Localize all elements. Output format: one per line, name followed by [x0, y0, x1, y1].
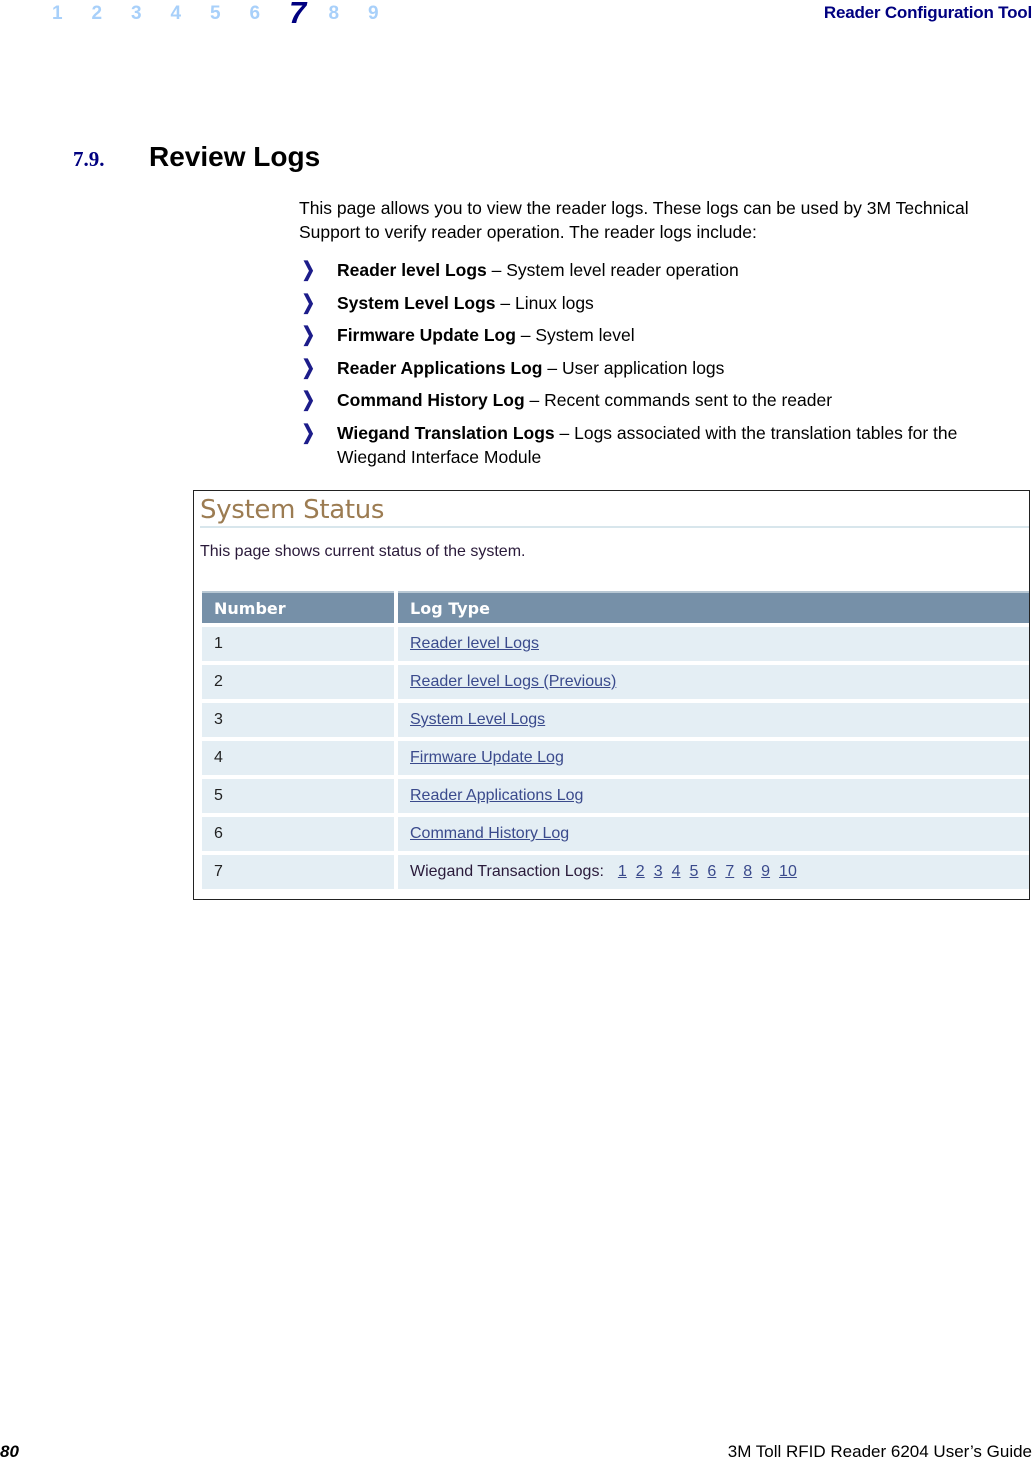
chapter-tab-8[interactable]: 8	[329, 0, 369, 28]
chapter-tab-3[interactable]: 3	[131, 0, 171, 28]
chapter-tab-4[interactable]: 4	[171, 0, 211, 28]
wiegand-log-link-3[interactable]: 3	[654, 863, 663, 880]
system-level-logs-link[interactable]: System Level Logs	[410, 711, 545, 728]
list-item: ❯ Firmware Update Log – System level	[299, 323, 1029, 347]
bullet-term: Command History Log	[337, 390, 525, 410]
list-item: ❯ Command History Log – Recent commands s…	[299, 388, 1029, 412]
wiegand-log-link-2[interactable]: 2	[636, 863, 645, 880]
footer-guide-title: 3M Toll RFID Reader 6204 User’s Guide	[727, 1442, 1032, 1461]
list-item: ❯ System Level Logs – Linux logs	[299, 291, 1029, 315]
wiegand-log-link-10[interactable]: 10	[779, 863, 797, 880]
system-status-description: This page shows current status of the sy…	[200, 543, 526, 560]
table-row: 2 Reader level Logs (Previous)	[202, 665, 1029, 699]
row-number: 2	[202, 665, 394, 699]
wiegand-log-link-9[interactable]: 9	[761, 863, 770, 880]
column-header-number: Number	[202, 591, 394, 623]
firmware-update-log-link[interactable]: Firmware Update Log	[410, 749, 564, 766]
section-number: 7.9.	[73, 147, 105, 171]
row-log-type-cell: Reader level Logs (Previous)	[398, 665, 1029, 699]
bullet-term: Wiegand Translation Logs	[337, 422, 555, 443]
wiegand-log-link-1[interactable]: 1	[618, 863, 627, 880]
bullet-desc: – Recent commands sent to the reader	[524, 390, 833, 410]
wiegand-log-link-7[interactable]: 7	[725, 863, 734, 880]
wiegand-transaction-logs-label: Wiegand Transaction Logs:	[410, 863, 604, 880]
chevron-right-icon: ❯	[301, 259, 316, 281]
wiegand-log-link-5[interactable]: 5	[690, 863, 699, 880]
row-number: 3	[202, 703, 394, 737]
system-status-screenshot: System Status This page shows current st…	[193, 490, 1030, 900]
chevron-right-icon: ❯	[301, 291, 316, 314]
table-row: 6 Command History Log	[202, 817, 1029, 851]
bullet-desc: – System level reader operation	[486, 260, 739, 280]
row-number: 6	[202, 817, 394, 851]
chapter-tab-7-active[interactable]: 7	[289, 0, 329, 30]
bullet-term: System Level Logs	[337, 292, 496, 313]
chevron-right-icon: ❯	[301, 324, 316, 346]
chapter-tab-1[interactable]: 1	[52, 0, 92, 28]
system-status-title: System Status	[200, 495, 385, 525]
bullet-term: Reader level Logs	[337, 260, 487, 280]
log-table: Number Log Type 1 Reader level Logs 2 Re…	[198, 587, 1029, 893]
bullet-desc: – System level	[515, 325, 635, 345]
column-header-log-type: Log Type	[398, 591, 1029, 623]
row-log-type-cell: Firmware Update Log	[398, 741, 1029, 775]
row-log-type-cell: Reader level Logs	[398, 627, 1029, 661]
chevron-right-icon: ❯	[301, 356, 316, 379]
list-item: ❯ Wiegand Translation Logs – Logs associa…	[299, 421, 1029, 469]
row-number: 1	[202, 627, 394, 661]
reader-level-logs-previous-link[interactable]: Reader level Logs (Previous)	[410, 673, 616, 690]
wiegand-log-link-6[interactable]: 6	[707, 863, 716, 880]
bullet-term: Firmware Update Log	[337, 325, 516, 345]
page-number: 80	[0, 1442, 19, 1461]
list-item: ❯ Reader Applications Log – User applicat…	[299, 356, 1029, 380]
row-number: 4	[202, 741, 394, 775]
table-row: 3 System Level Logs	[202, 703, 1029, 737]
section-title: Review Logs	[149, 141, 321, 172]
chevron-right-icon: ❯	[301, 421, 316, 444]
bullet-desc: – Linux logs	[495, 292, 594, 313]
command-history-log-link[interactable]: Command History Log	[410, 825, 569, 842]
row-log-type-cell: System Level Logs	[398, 703, 1029, 737]
chapter-tab-2[interactable]: 2	[92, 0, 132, 28]
title-divider	[200, 526, 1029, 528]
table-row: 5 Reader Applications Log	[202, 779, 1029, 813]
chapter-tab-6[interactable]: 6	[250, 0, 290, 28]
bullet-term: Reader Applications Log	[337, 357, 543, 378]
table-header-row: Number Log Type	[202, 591, 1029, 623]
wiegand-log-link-8[interactable]: 8	[743, 863, 752, 880]
row-log-type-cell: Command History Log	[398, 817, 1029, 851]
table-row-wiegand: 7 Wiegand Transaction Logs: 1 2 3 4 5 6 7 8 9 10	[202, 855, 1029, 889]
reader-level-logs-link[interactable]: Reader level Logs	[410, 635, 539, 652]
chevron-right-icon: ❯	[301, 389, 316, 411]
log-types-list: ❯ Reader level Logs – System level reader…	[299, 258, 1029, 477]
chapter-tab-5[interactable]: 5	[210, 0, 250, 28]
chapter-nav: 1 2 3 4 5 6 7 8 9	[52, 0, 408, 32]
chapter-tab-9[interactable]: 9	[368, 0, 408, 28]
table-row: 4 Firmware Update Log	[202, 741, 1029, 775]
intro-paragraph: This page allows you to view the reader …	[299, 198, 969, 242]
row-number: 5	[202, 779, 394, 813]
row-number: 7	[202, 855, 394, 889]
running-header-title: Reader Configuration Tool	[823, 3, 1032, 22]
bullet-desc: – User application logs	[542, 357, 725, 378]
row-log-type-cell: Wiegand Transaction Logs: 1 2 3 4 5 6 7 8 9 10	[398, 855, 1029, 889]
list-item: ❯ Reader level Logs – System level reader…	[299, 258, 1029, 282]
row-log-type-cell: Reader Applications Log	[398, 779, 1029, 813]
wiegand-log-link-4[interactable]: 4	[672, 863, 681, 880]
table-row: 1 Reader level Logs	[202, 627, 1029, 661]
reader-applications-log-link[interactable]: Reader Applications Log	[410, 787, 583, 804]
